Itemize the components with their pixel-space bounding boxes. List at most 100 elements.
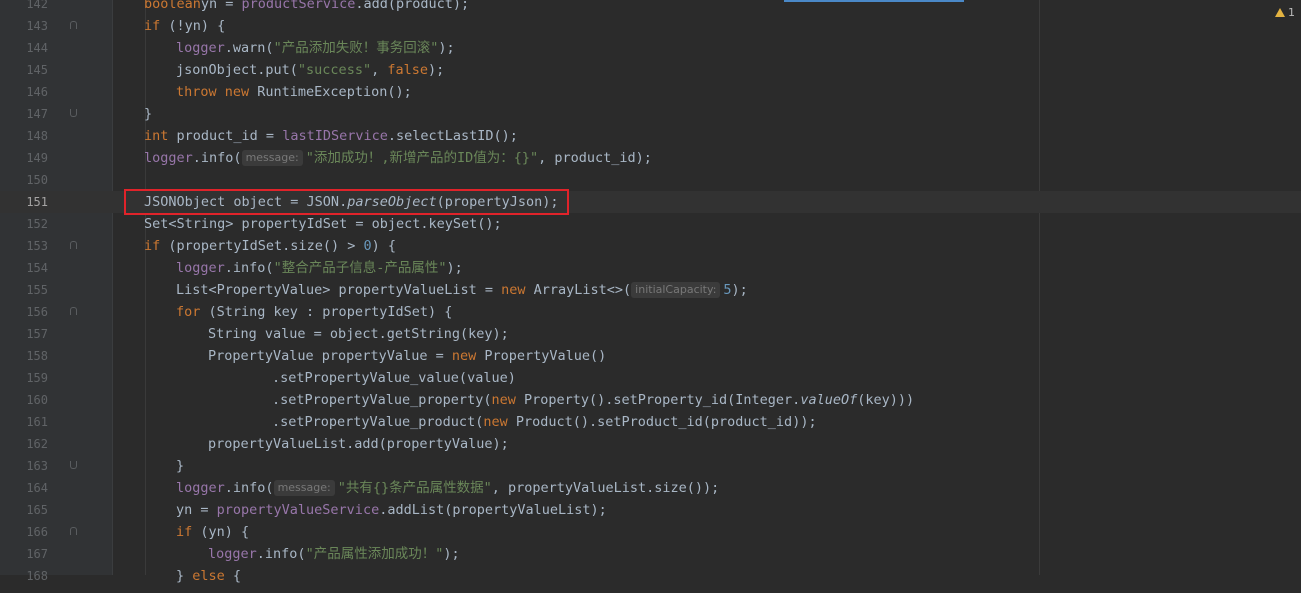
code-text: List<PropertyValue> propertyValueList = …: [176, 279, 748, 301]
parameter-hint: message:: [241, 150, 303, 166]
warning-icon: [1275, 8, 1285, 17]
line-number: 167: [26, 547, 48, 561]
code-line[interactable]: 166 if (yn) {: [0, 521, 1301, 543]
code-token: RuntimeException();: [249, 84, 412, 100]
parameter-hint: initialCapacity:: [631, 282, 721, 298]
code-token: );: [443, 546, 460, 562]
fold-marker-icon[interactable]: [70, 21, 77, 29]
code-line[interactable]: 153 if (propertyIdSet.size() > 0) {: [0, 235, 1301, 257]
fold-marker-icon[interactable]: [70, 241, 77, 249]
code-token: List<PropertyValue> propertyValueList =: [176, 282, 502, 298]
code-line[interactable]: 167 logger.info("产品属性添加成功！");: [0, 543, 1301, 565]
code-token: );: [427, 62, 445, 78]
code-token: , product_id);: [538, 150, 652, 166]
line-number: 142: [26, 0, 48, 11]
code-line[interactable]: 142 booleanyn = productService.add(produc…: [0, 0, 1301, 15]
code-line[interactable]: 148 int product_id = lastIDService.select…: [0, 125, 1301, 147]
code-line[interactable]: 161 .setPropertyValue_product(new Product…: [0, 411, 1301, 433]
code-line[interactable]: 149 logger.info(message: "添加成功！,新增产品的ID值为：…: [0, 147, 1301, 169]
code-line[interactable]: 147}: [0, 103, 1301, 125]
code-text: if (propertyIdSet.size() > 0) {: [144, 235, 396, 257]
code-token: PropertyValue(): [476, 348, 607, 364]
code-token: 0: [363, 238, 372, 254]
code-token: "整合产品子信息-产品属性": [273, 260, 447, 276]
code-line[interactable]: 146 throw new RuntimeException();: [0, 81, 1301, 103]
code-text: for (String key : propertyIdSet) {: [176, 301, 452, 323]
code-text: if (yn) {: [176, 521, 249, 543]
line-number: 144: [26, 41, 48, 55]
fold-marker-icon[interactable]: [70, 461, 77, 469]
line-number: 149: [26, 151, 48, 165]
code-token: }: [176, 458, 185, 474]
line-number: 156: [26, 305, 48, 319]
code-line[interactable]: 162 propertyValueList.add(propertyValue);: [0, 433, 1301, 455]
code-token: ArrayList<>(: [525, 282, 632, 298]
code-line[interactable]: 152 Set<String> propertyIdSet = object.ke…: [0, 213, 1301, 235]
code-token: {: [224, 568, 242, 584]
code-line[interactable]: 168} else {: [0, 565, 1301, 587]
code-text: .setPropertyValue_value(value): [272, 367, 516, 389]
code-line[interactable]: 150: [0, 169, 1301, 191]
code-text: .setPropertyValue_product(new Product().…: [272, 411, 817, 433]
code-token: PropertyValue propertyValue =: [208, 348, 452, 364]
line-number: 152: [26, 217, 48, 231]
code-text: propertyValueList.add(propertyValue);: [208, 433, 509, 455]
code-text: .setPropertyValue_property(new Property(…: [272, 389, 914, 411]
code-line[interactable]: 164 logger.info(message: "共有{}条产品属性数据", pr…: [0, 477, 1301, 499]
code-text: if (!yn) {: [144, 15, 225, 37]
code-token: logger: [176, 260, 225, 276]
line-number: 157: [26, 327, 48, 341]
code-token: "共有{}条产品属性数据": [337, 480, 492, 496]
code-token: .info(: [224, 260, 274, 276]
code-text: Set<String> propertyIdSet = object.keySe…: [144, 213, 502, 235]
code-line[interactable]: 160 .setPropertyValue_property(new Proper…: [0, 389, 1301, 411]
code-line[interactable]: 144 logger.warn("产品添加失败！事务回滚");: [0, 37, 1301, 59]
code-line[interactable]: 154 logger.info("整合产品子信息-产品属性");: [0, 257, 1301, 279]
code-token: .setPropertyValue_value(value): [272, 370, 516, 386]
code-token: .addList(propertyValueList);: [379, 502, 607, 518]
code-text: throw new RuntimeException();: [176, 81, 412, 103]
code-token: int: [144, 128, 169, 144]
code-token: , propertyValueList.size());: [491, 480, 720, 496]
code-token: .setPropertyValue_product(: [272, 414, 484, 430]
fold-marker-icon[interactable]: [70, 307, 77, 315]
line-number: 154: [26, 261, 48, 275]
code-token: for: [176, 304, 201, 320]
fold-marker-icon[interactable]: [70, 527, 77, 535]
code-token: new: [501, 282, 526, 298]
code-token: .add(product);: [355, 0, 470, 12]
code-editor[interactable]: 142 booleanyn = productService.add(produc…: [0, 0, 1301, 593]
parameter-hint: message:: [273, 480, 335, 496]
fold-marker-icon[interactable]: [70, 109, 77, 117]
code-token: (String key : propertyIdSet) {: [200, 304, 453, 320]
code-line[interactable]: 165 yn = propertyValueService.addList(pro…: [0, 499, 1301, 521]
code-text: logger.warn("产品添加失败！事务回滚");: [176, 37, 455, 59]
code-line[interactable]: 158 PropertyValue propertyValue = new Pro…: [0, 345, 1301, 367]
line-number: 168: [26, 569, 48, 583]
code-token: lastIDService: [282, 128, 388, 144]
code-token: new: [451, 348, 477, 364]
code-token: false: [387, 62, 428, 78]
code-token: );: [446, 260, 463, 276]
code-token: if: [144, 18, 161, 34]
code-line[interactable]: 157 String value = object.getString(key);: [0, 323, 1301, 345]
code-line[interactable]: 156 for (String key : propertyIdSet) {: [0, 301, 1301, 323]
code-token: .info(: [256, 546, 306, 562]
code-token: "添加成功！,新增产品的ID值为：{}": [305, 150, 539, 166]
code-token: "success": [297, 62, 372, 78]
code-line[interactable]: 159 .setPropertyValue_value(value): [0, 367, 1301, 389]
code-token: .info(: [224, 480, 274, 496]
inspection-widget[interactable]: 1: [1275, 6, 1295, 19]
code-token: .setPropertyValue_property(: [272, 392, 492, 408]
code-line[interactable]: 143 if (!yn) {: [0, 15, 1301, 37]
line-number: 166: [26, 525, 48, 539]
line-number: 148: [26, 129, 48, 143]
line-number: 162: [26, 437, 48, 451]
code-line[interactable]: 155 List<PropertyValue> propertyValueList…: [0, 279, 1301, 301]
code-token: logger: [176, 480, 225, 496]
code-line[interactable]: 145 jsonObject.put("success", false);: [0, 59, 1301, 81]
code-line[interactable]: 163}: [0, 455, 1301, 477]
code-text: logger.info("产品属性添加成功！");: [208, 543, 460, 565]
code-text: logger.info(message: "共有{}条产品属性数据", prope…: [176, 477, 719, 499]
line-number: 151: [26, 195, 48, 209]
